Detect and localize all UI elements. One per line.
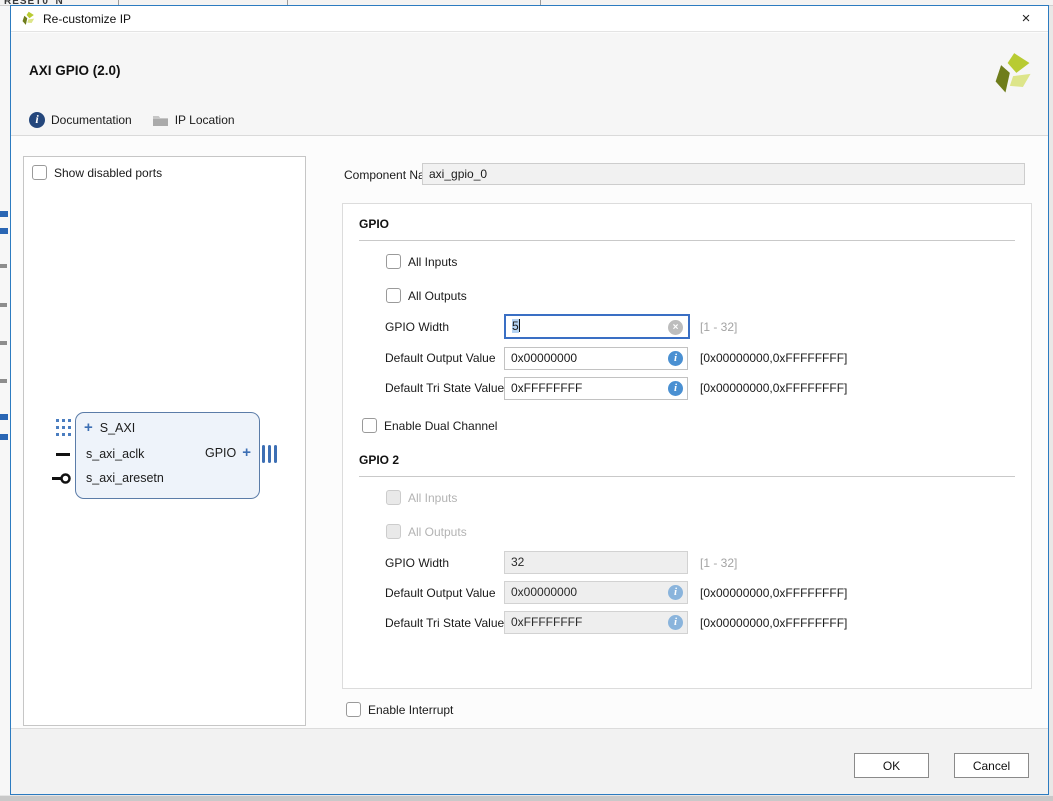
config-groupbox: GPIO All Inputs All Outputs GPIO Width 5… xyxy=(342,203,1032,689)
gpio1-all-inputs-label: All Inputs xyxy=(408,254,458,269)
gpio-expand-icon[interactable]: + xyxy=(242,445,251,460)
gpio2-all-inputs-checkbox xyxy=(386,490,401,505)
show-disabled-ports-label: Show disabled ports xyxy=(54,165,163,180)
gpio2-all-outputs-checkbox xyxy=(386,524,401,539)
gpio-interface-pins-icon xyxy=(262,445,277,463)
component-name-field[interactable] xyxy=(422,163,1025,185)
gpio2-default-output-hint: [0x00000000,0xFFFFFFFF] xyxy=(700,586,848,600)
enable-interrupt-label: Enable Interrupt xyxy=(368,702,454,717)
gpio2-default-tri-label: Default Tri State Value xyxy=(385,616,505,630)
gpio1-default-tri-field[interactable]: 0xFFFFFFFF i xyxy=(504,377,688,400)
background-app-sliver-bottom xyxy=(0,795,1053,801)
gpio2-default-output-field: 0x00000000 i xyxy=(504,581,688,604)
gpio1-width-label: GPIO Width xyxy=(385,320,450,334)
gpio1-all-outputs-row: All Outputs xyxy=(386,288,467,303)
info-icon: i xyxy=(668,585,683,600)
xilinx-logo-icon xyxy=(22,11,35,25)
gpio1-default-output-label: Default Output Value xyxy=(385,351,496,365)
info-icon: i xyxy=(668,615,683,630)
gpio2-width-hint: [1 - 32] xyxy=(700,556,738,570)
gpio1-default-tri-label: Default Tri State Value xyxy=(385,381,505,395)
recustomize-ip-dialog: Re-customize IP × AXI GPIO (2.0) i Docum… xyxy=(10,5,1049,795)
background-app-sliver-right xyxy=(1049,6,1053,795)
gpio1-default-output-hint: [0x00000000,0xFFFFFFFF] xyxy=(700,351,848,365)
dialog-footer: OK Cancel xyxy=(11,728,1048,794)
gpio1-width-value: 5 xyxy=(512,319,519,333)
background-app-sliver-left xyxy=(0,6,10,795)
gpio2-default-tri-value: 0xFFFFFFFF xyxy=(511,615,583,629)
reset-port-label: s_axi_aresetn xyxy=(86,471,164,485)
enable-interrupt-row: Enable Interrupt xyxy=(346,702,453,717)
s-axi-expand-icon[interactable]: + xyxy=(84,420,93,435)
dialog-header: AXI GPIO (2.0) i Documentation IP Locati… xyxy=(11,33,1048,136)
gpio1-default-output-field[interactable]: 0x00000000 i xyxy=(504,347,688,370)
gpio1-width-hint: [1 - 32] xyxy=(700,320,738,334)
enable-dual-channel-label: Enable Dual Channel xyxy=(384,418,498,433)
clear-field-icon[interactable]: × xyxy=(668,320,683,335)
ip-title: AXI GPIO (2.0) xyxy=(29,63,121,78)
gpio-section-rule xyxy=(359,240,1015,241)
gpio1-all-outputs-checkbox[interactable] xyxy=(386,288,401,303)
cancel-button[interactable]: Cancel xyxy=(954,753,1029,778)
ip-block-diagram: + S_AXI s_axi_aclk s_axi_aresetn GPIO + xyxy=(75,412,260,499)
documentation-label: Documentation xyxy=(51,113,132,127)
gpio1-all-inputs-checkbox[interactable] xyxy=(386,254,401,269)
gpio-interface-label: GPIO xyxy=(204,446,237,460)
gpio2-default-tri-hint: [0x00000000,0xFFFFFFFF] xyxy=(700,616,848,630)
gpio2-all-inputs-row: All Inputs xyxy=(386,490,457,505)
clock-port-label: s_axi_aclk xyxy=(86,447,145,461)
documentation-info-icon: i xyxy=(29,112,45,128)
info-icon: i xyxy=(668,351,683,366)
gpio1-default-tri-hint: [0x00000000,0xFFFFFFFF] xyxy=(700,381,848,395)
enable-dual-channel-checkbox[interactable] xyxy=(362,418,377,433)
ip-location-label: IP Location xyxy=(174,113,235,127)
documentation-button[interactable]: i Documentation xyxy=(29,112,132,128)
gpio1-default-tri-value: 0xFFFFFFFF xyxy=(511,381,583,395)
gpio2-section-title: GPIO 2 xyxy=(359,453,400,467)
gpio2-all-outputs-row: All Outputs xyxy=(386,524,467,539)
clock-port-icon xyxy=(56,453,70,456)
folder-icon xyxy=(152,115,168,126)
gpio2-width-value: 32 xyxy=(511,555,525,569)
gpio-section-title: GPIO xyxy=(359,217,390,231)
close-icon[interactable]: × xyxy=(1016,9,1036,29)
gpio2-default-output-label: Default Output Value xyxy=(385,586,496,600)
enable-dual-channel-row: Enable Dual Channel xyxy=(362,418,497,433)
ok-button[interactable]: OK xyxy=(854,753,929,778)
gpio2-default-tri-field: 0xFFFFFFFF i xyxy=(504,611,688,634)
gpio1-default-output-value: 0x00000000 xyxy=(511,351,578,365)
s-axi-port-label: S_AXI xyxy=(99,421,136,435)
gpio1-all-outputs-label: All Outputs xyxy=(408,288,467,303)
gpio2-section-rule xyxy=(359,476,1015,477)
dialog-titlebar: Re-customize IP × xyxy=(11,6,1048,32)
gpio1-all-inputs-row: All Inputs xyxy=(386,254,457,269)
reset-port-icon xyxy=(52,473,71,484)
gpio2-width-label: GPIO Width xyxy=(385,556,450,570)
gpio2-all-inputs-label: All Inputs xyxy=(408,490,458,505)
axi-interface-port-icon xyxy=(56,419,71,436)
gpio2-all-outputs-label: All Outputs xyxy=(408,524,467,539)
dialog-title: Re-customize IP xyxy=(43,12,132,26)
ip-location-button[interactable]: IP Location xyxy=(152,113,235,127)
info-icon: i xyxy=(668,381,683,396)
show-disabled-ports-row: Show disabled ports xyxy=(32,165,162,180)
text-caret xyxy=(518,319,520,332)
show-disabled-ports-checkbox[interactable] xyxy=(32,165,47,180)
ports-preview-panel: Show disabled ports + S_AXI s_axi_aclk s… xyxy=(23,156,306,726)
gpio2-default-output-value: 0x00000000 xyxy=(511,585,578,599)
xilinx-logo xyxy=(995,53,1031,93)
gpio2-width-field: 32 xyxy=(504,551,688,574)
enable-interrupt-checkbox[interactable] xyxy=(346,702,361,717)
header-toolbar: i Documentation IP Location xyxy=(29,110,235,130)
gpio1-width-field[interactable]: 5 × xyxy=(504,314,690,339)
